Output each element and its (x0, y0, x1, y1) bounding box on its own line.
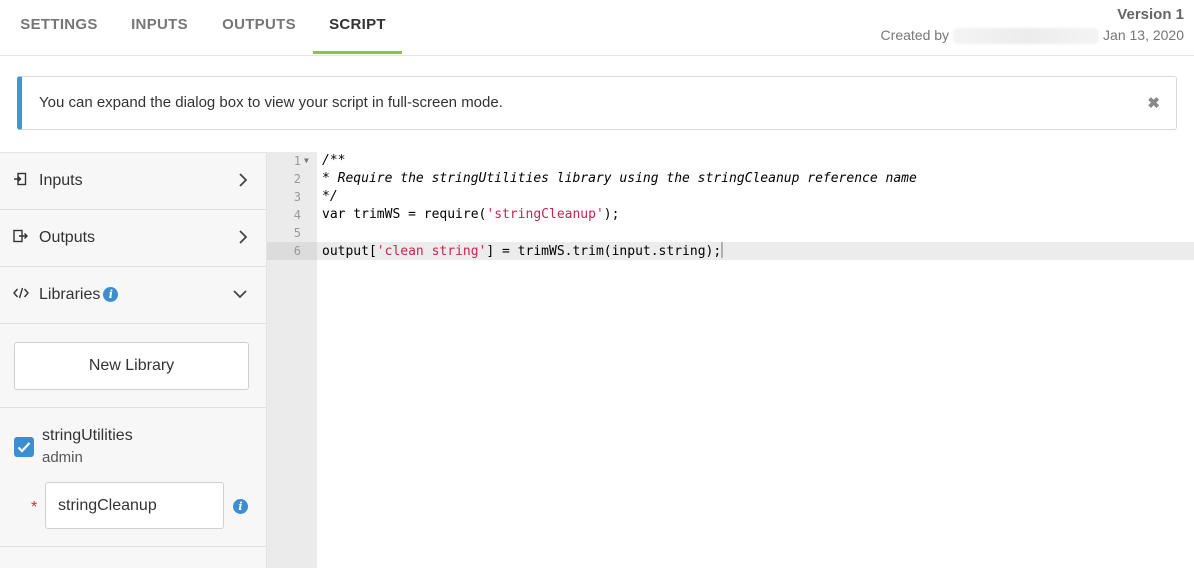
chevron-right-icon (238, 229, 250, 247)
reference-name-input[interactable] (45, 482, 224, 529)
info-banner: You can expand the dialog box to view yo… (17, 76, 1177, 130)
library-checkbox[interactable] (14, 437, 34, 457)
code-token: var trimWS = require( (322, 207, 487, 222)
close-icon[interactable]: ✖ (1147, 94, 1160, 112)
info-icon[interactable]: i (233, 498, 248, 516)
library-owner: admin (42, 449, 83, 466)
code-line-active: 6 output['clean string'] = trimWS.trim(i… (267, 242, 1194, 260)
required-marker: * (31, 499, 38, 516)
code-line: 3 */ (267, 188, 1194, 206)
sidebar-item-label: Inputs (39, 172, 83, 189)
divider (0, 407, 266, 408)
created-by-label: Created by (880, 27, 950, 43)
chevron-right-icon (238, 172, 250, 190)
divider (0, 546, 266, 547)
info-icon-glyph: i (233, 499, 248, 514)
tab-inputs[interactable]: INPUTS (129, 16, 190, 54)
tab-outputs[interactable]: OUTPUTS (220, 16, 298, 54)
input-icon (13, 172, 29, 190)
line-number: 5 (293, 226, 301, 240)
text-cursor (721, 242, 724, 258)
code-line: 4 var trimWS = require('stringCleanup'); (267, 206, 1194, 224)
library-name: stringUtilities (42, 427, 133, 444)
code-token: output[ (322, 244, 377, 259)
libraries-label: Libraries (39, 286, 101, 303)
code-text: */ (322, 189, 338, 204)
checkmark-icon (17, 442, 31, 453)
code-token: ] = trimWS.trim(input.string); (486, 244, 722, 259)
code-text: output['clean string'] = trimWS.trim(inp… (322, 242, 724, 261)
chevron-down-icon (232, 286, 248, 304)
line-number: 2 (293, 172, 301, 186)
line-number: 6 (267, 242, 317, 260)
created-info: Created by Jan 13, 2020 (880, 27, 1184, 45)
code-line: 2 * Require the stringUtilities library … (267, 170, 1194, 188)
sidebar-item-label: Outputs (39, 229, 96, 246)
sidebar-item-label: Libraries i (39, 286, 119, 304)
code-line: 5 (267, 224, 1194, 242)
line-number: 3 (293, 190, 301, 204)
tab-settings[interactable]: SETTINGS (18, 16, 100, 54)
code-icon (13, 286, 29, 304)
sidebar-item-inputs[interactable]: Inputs (0, 153, 266, 210)
tab-script[interactable]: SCRIPT (313, 16, 402, 54)
code-text: /** (322, 153, 346, 168)
line-number: 4 (293, 208, 301, 222)
created-date: Jan 13, 2020 (1103, 27, 1184, 43)
redacted-author (953, 28, 1100, 45)
tab-bar: SETTINGS INPUTS OUTPUTS SCRIPT Version 1… (0, 0, 1194, 56)
fold-arrow-icon[interactable]: ▼ (304, 152, 309, 170)
sidebar-item-libraries[interactable]: Libraries i (0, 267, 266, 324)
sidebar-item-outputs[interactable]: Outputs (0, 210, 266, 267)
code-string: 'stringCleanup' (486, 207, 604, 222)
info-icon[interactable]: i (103, 287, 119, 302)
version-label: Version 1 (1117, 6, 1184, 23)
code-string: 'clean string' (376, 244, 487, 259)
banner-message: You can expand the dialog box to view yo… (39, 94, 503, 111)
output-icon (13, 229, 29, 247)
code-editor[interactable]: 1 ▼ /** 2 * Require the stringUtilities … (267, 152, 1194, 568)
code-text: * Require the stringUtilities library us… (322, 171, 917, 186)
code-text: var trimWS = require('stringCleanup'); (322, 206, 619, 224)
new-library-button[interactable]: New Library (14, 342, 249, 390)
script-sidebar: Inputs Outputs Libraries i New Library st… (0, 152, 267, 568)
code-line: 1 ▼ /** (267, 152, 1194, 170)
code-token: ); (603, 207, 620, 222)
line-number: 1 (293, 154, 301, 168)
